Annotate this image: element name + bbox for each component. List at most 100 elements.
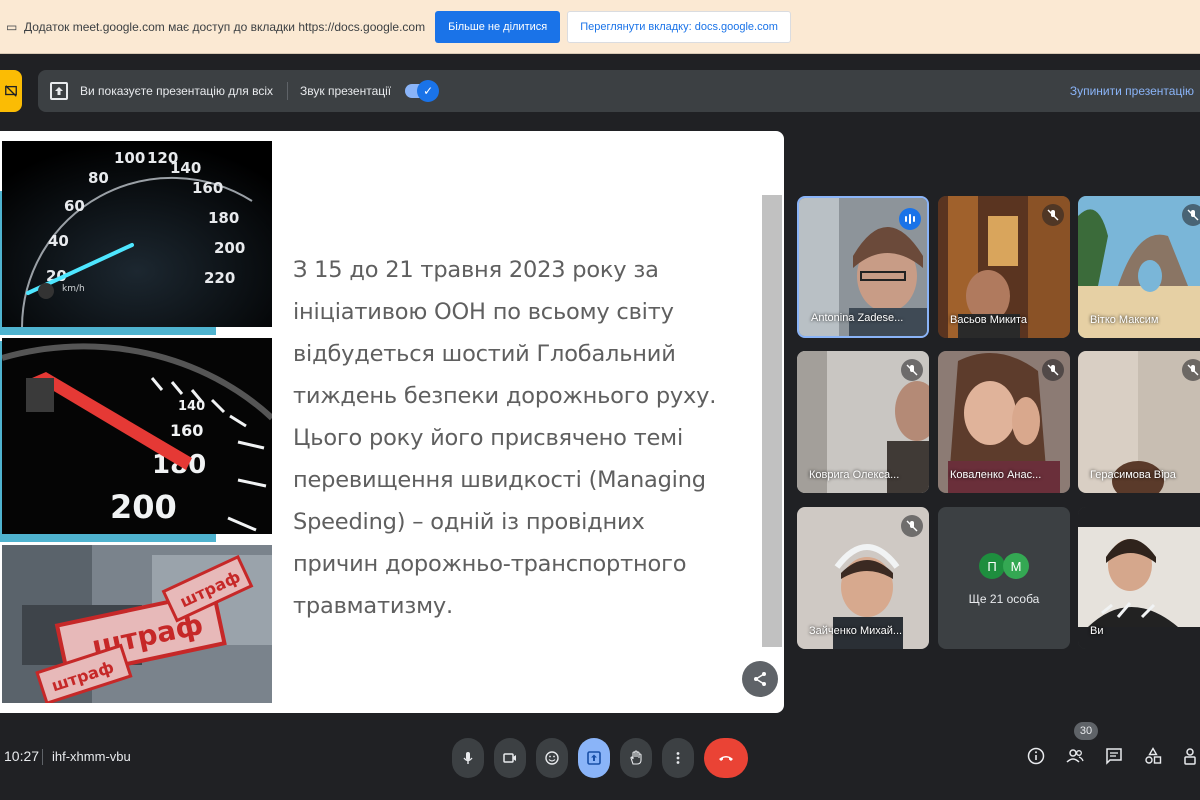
participant-name: Васьов Микита <box>950 314 1027 326</box>
stop-sharing-button[interactable]: Більше не ділитися <box>435 10 561 43</box>
slide-accent <box>0 534 216 542</box>
slide-text-line: відбудеться шостий Глобальний <box>293 341 676 367</box>
lock-person-icon <box>1184 748 1196 765</box>
avatar: М <box>1003 553 1029 579</box>
activities-button[interactable] <box>1141 744 1165 768</box>
divider <box>42 749 43 765</box>
tick-label: 60 <box>64 197 85 215</box>
more-options-button[interactable] <box>662 738 694 778</box>
microphone-icon <box>463 752 473 764</box>
view-tab-button[interactable]: Переглянути вкладку: docs.google.com <box>567 10 791 43</box>
meeting-code: ihf-xhmm-vbu <box>52 749 131 764</box>
mic-off-icon <box>1182 204 1200 226</box>
tick-label: 180 <box>208 209 239 227</box>
presenting-indicator[interactable] <box>0 70 22 112</box>
present-off-icon <box>5 85 17 97</box>
unit-label: km/h <box>62 284 85 294</box>
mic-off-icon <box>1042 204 1064 226</box>
participant-tile[interactable]: Коваленко Анас... <box>938 351 1070 493</box>
mic-off-icon <box>901 359 923 381</box>
participant-name: Antonina Zadese... <box>811 312 904 324</box>
slide-accent <box>0 327 216 335</box>
tick-label: 160 <box>192 179 223 197</box>
participant-tile[interactable]: Antonina Zadese... <box>797 196 929 338</box>
participant-name: Вітко Максим <box>1090 314 1159 326</box>
avatar: П <box>979 553 1005 579</box>
slide-text-line: Цього року його присвячено темі <box>293 425 683 451</box>
reactions-button[interactable] <box>536 738 568 778</box>
tick-label: 140 <box>178 399 205 414</box>
participant-name: Зайченко Михай... <box>809 625 903 637</box>
tick-label: 160 <box>170 421 203 440</box>
slide-text-line: Speeding) – одній із провідних <box>293 509 645 535</box>
clock-time: 10:27 <box>4 748 40 764</box>
participant-tile[interactable]: Герасимова Віра <box>1078 351 1200 493</box>
share-icon <box>754 672 766 686</box>
more-participants-tile[interactable]: П М Ще 21 особа <box>938 507 1070 649</box>
tick-label: 40 <box>48 232 69 250</box>
slide-text-line: тиждень безпеки дорожнього руху. <box>293 383 717 409</box>
speedometer-image: 20 40 60 80 100 120 140 160 180 200 220 … <box>2 141 272 327</box>
mic-off-icon <box>1182 359 1200 381</box>
slide-scrollbar[interactable] <box>762 195 782 647</box>
hang-up-icon <box>719 756 733 761</box>
camera-icon <box>503 753 516 763</box>
tick-label: 80 <box>88 169 109 187</box>
chat-icon <box>1106 748 1122 765</box>
checkmark-icon: ✓ <box>417 80 440 102</box>
present-screen-icon <box>50 82 68 100</box>
more-participants-label: Ще 21 особа <box>968 592 1040 606</box>
tick-label: 200 <box>110 488 177 526</box>
divider <box>287 82 289 100</box>
tab-icon: ▭ <box>6 19 18 34</box>
present-now-button[interactable] <box>578 738 610 778</box>
share-button[interactable] <box>742 661 778 697</box>
self-view-tile[interactable]: Ви <box>1078 507 1200 649</box>
present-icon <box>587 751 601 765</box>
presentation-audio-label: Звук презентації <box>300 84 392 98</box>
microphone-button[interactable] <box>452 738 484 778</box>
participant-tile[interactable]: Зайченко Михай... <box>797 507 929 649</box>
presentation-slide: 20 40 60 80 100 120 140 160 180 200 220 … <box>0 131 784 713</box>
participant-name: Ви <box>1090 625 1104 637</box>
emoji-icon <box>545 751 559 765</box>
more-vert-icon <box>676 752 680 764</box>
participant-tile[interactable]: Коврига Олекса... <box>797 351 929 493</box>
camera-button[interactable] <box>494 738 526 778</box>
raise-hand-button[interactable] <box>620 738 652 778</box>
fine-stamps-image: штраф штраф штраф <box>2 545 272 703</box>
slide-text-line: причин дорожньо-транспортного <box>293 551 687 577</box>
tick-label: 200 <box>214 239 245 257</box>
hand-icon <box>630 750 642 765</box>
participant-tile[interactable]: Васьов Микита <box>938 196 1070 338</box>
speedometer-red-needle-image: 140 160 180 200 <box>2 338 272 534</box>
tab-sharing-bar: ▭ Додаток meet.google.com має доступ до … <box>0 0 1200 54</box>
participant-tile[interactable]: Вітко Максим <box>1078 196 1200 338</box>
presentation-audio-toggle[interactable]: ✓ <box>405 80 440 102</box>
tick-label: 220 <box>204 269 235 287</box>
meeting-details-button[interactable] <box>1024 744 1048 768</box>
mic-off-icon <box>901 515 923 537</box>
speaking-indicator-icon <box>899 208 921 230</box>
info-icon <box>1027 747 1045 765</box>
participant-name: Коваленко Анас... <box>950 469 1042 481</box>
slide-text-line: ініціативою ООН по всьому світу <box>293 299 674 325</box>
stop-presenting-button[interactable]: Зупинити презентацію <box>1070 84 1194 98</box>
chat-button[interactable] <box>1102 744 1126 768</box>
mic-off-icon <box>1042 359 1064 381</box>
sharing-notice-text: Додаток meet.google.com має доступ до вк… <box>24 19 426 34</box>
leave-call-button[interactable] <box>704 738 748 778</box>
slide-body-text: З 15 до 21 травня 2023 року за ініціатив… <box>293 249 763 627</box>
people-button[interactable] <box>1063 744 1087 768</box>
tick-label: 140 <box>170 159 201 177</box>
slide-text-line: травматизму. <box>293 593 453 619</box>
shapes-icon <box>1145 747 1162 764</box>
host-controls-button[interactable] <box>1178 744 1200 768</box>
slide-text-line: З 15 до 21 травня 2023 року за <box>293 257 659 283</box>
participant-name: Герасимова Віра <box>1090 469 1176 481</box>
presenting-status-text: Ви показуєте презентацію для всіх <box>80 84 274 98</box>
people-icon <box>1066 749 1084 763</box>
tick-label: 100 <box>114 149 145 167</box>
slide-text-line: перевищення швидкості (Managing <box>293 467 706 493</box>
participant-count-badge: 30 <box>1074 722 1098 740</box>
